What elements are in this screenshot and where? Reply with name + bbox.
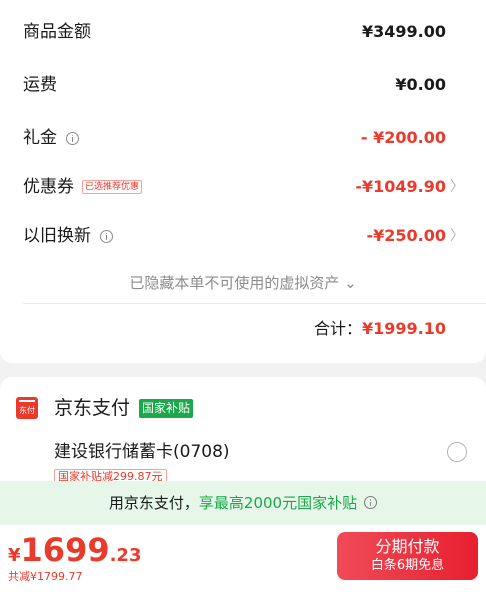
summary-row-coupon[interactable]: 优惠券 已选推荐优惠 -¥1049.90 〉: [0, 170, 486, 204]
info-icon[interactable]: [100, 229, 113, 243]
price-decimal: .23: [109, 545, 142, 566]
banner-highlight: 享最高2000元国家补贴: [198, 494, 358, 512]
trade-in-value: -¥250.00: [366, 226, 446, 245]
goods-amount-value: ¥3499.00: [361, 22, 446, 41]
coupon-label: 优惠券: [23, 177, 74, 197]
total-saved: 共减¥1799.77: [8, 570, 83, 583]
summary-row-shipping: 运费 ¥0.00: [0, 68, 486, 102]
goods-amount-label: 商品金额: [23, 22, 91, 42]
chevron-down-icon: ⌄: [344, 274, 357, 292]
trade-in-label-wrap: 以旧换新: [23, 219, 113, 253]
chevron-right-icon[interactable]: 〉: [450, 219, 464, 253]
coupon-value: -¥1049.90: [355, 177, 446, 196]
pay-button-label: 分期付款: [375, 537, 440, 556]
shipping-label: 运费: [23, 75, 57, 95]
info-icon[interactable]: [364, 496, 378, 509]
jd-pay-logo-icon: 东付: [16, 397, 38, 419]
coupon-selected-tag: 已选推荐优惠: [82, 180, 143, 194]
bank-card-radio[interactable]: [447, 442, 467, 462]
hidden-assets-toggle[interactable]: 已隐藏本单不可使用的虚拟资产 ⌄: [0, 272, 486, 294]
gov-subsidy-badge: 国家补贴: [139, 399, 194, 418]
coupon-label-wrap: 优惠券 已选推荐优惠: [23, 170, 143, 204]
divider: [23, 303, 486, 304]
gift-money-label-wrap: 礼金: [23, 121, 79, 155]
price-integer: 1699: [20, 531, 110, 569]
info-icon[interactable]: [66, 131, 79, 145]
price-currency: ¥: [8, 545, 21, 566]
bank-card-option[interactable]: 建设银行储蓄卡(0708): [54, 439, 230, 465]
banner-prefix: 用京东支付，: [108, 494, 199, 512]
summary-row-trade-in[interactable]: 以旧换新 -¥250.00 〉: [0, 219, 486, 253]
hidden-assets-text: 已隐藏本单不可使用的虚拟资产: [129, 274, 340, 292]
shipping-value: ¥0.00: [395, 75, 446, 94]
gift-money-label: 礼金: [23, 128, 57, 148]
total-label: 合计：: [313, 319, 362, 338]
subsidy-banner: 用京东支付，享最高2000元国家补贴: [0, 481, 486, 525]
jd-pay-logo-text: 东付: [19, 406, 35, 415]
gift-money-value: - ¥200.00: [360, 128, 446, 147]
pay-button-sublabel: 白条6期免息: [370, 558, 445, 573]
installment-pay-button[interactable]: 分期付款 白条6期免息: [337, 532, 478, 580]
summary-row-gift-money[interactable]: 礼金 - ¥200.00: [0, 121, 486, 155]
chevron-right-icon[interactable]: 〉: [450, 170, 464, 204]
summary-row-goods-amount: 商品金额 ¥3499.00: [0, 15, 486, 49]
total-value: ¥1999.10: [361, 319, 446, 338]
trade-in-label: 以旧换新: [23, 226, 91, 246]
order-total: 合计：¥1999.10: [314, 317, 446, 341]
jd-pay-title: 京东支付: [54, 397, 131, 419]
